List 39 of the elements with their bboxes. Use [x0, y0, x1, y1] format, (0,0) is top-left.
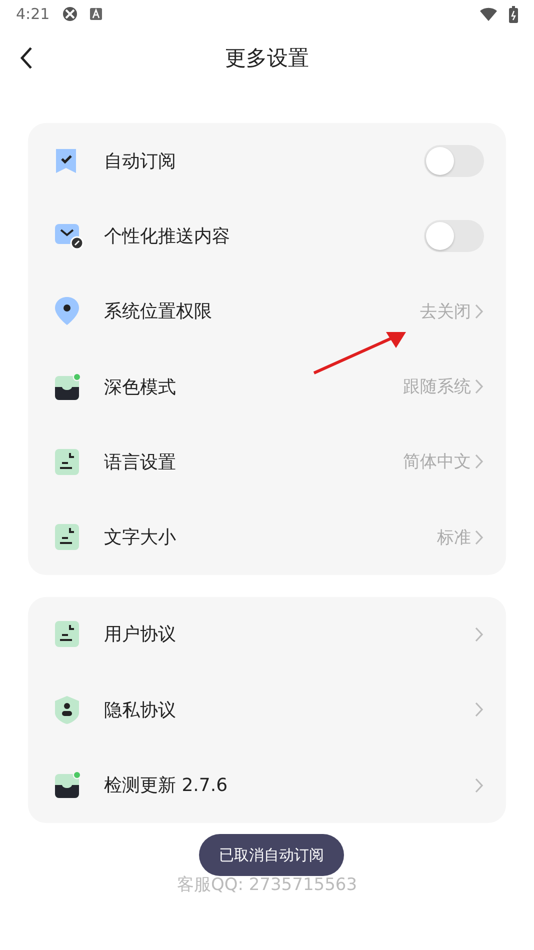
setting-value[interactable]: 去关闭 [420, 300, 471, 323]
setting-label: 检测更新 2.7.6 [104, 774, 229, 798]
support-contact: 客服QQ: 2735715563 [176, 874, 358, 895]
chevron-right-icon [475, 304, 484, 319]
bookmark-icon [54, 146, 78, 175]
setting-value[interactable]: 跟随系统 [403, 375, 471, 398]
setting-label: 语言设置 [104, 450, 177, 474]
chevron-right-icon [475, 702, 484, 718]
document-icon [54, 448, 80, 476]
setting-value[interactable]: 简体中文 [403, 450, 471, 474]
location-pin-icon [54, 296, 80, 326]
setting-label: 文字大小 [104, 526, 177, 550]
toggle-switch[interactable] [424, 144, 484, 177]
keyboard-icon [90, 8, 102, 20]
document-icon [54, 523, 80, 552]
toggle-switch[interactable] [424, 220, 484, 252]
setting-label: 用户协议 [104, 623, 177, 646]
page-title: 更多设置 [225, 45, 309, 72]
setting-label: 自动订阅 [104, 150, 177, 173]
document-icon [54, 620, 80, 648]
toast-message: 已取消自动订阅 [199, 834, 344, 876]
shield-icon [54, 694, 80, 725]
chevron-right-icon [475, 778, 484, 793]
inbox-tray-icon [54, 771, 82, 800]
setting-label: 系统位置权限 [104, 300, 213, 324]
back-icon [19, 46, 33, 70]
wifi-icon [480, 7, 497, 21]
chevron-right-icon [475, 379, 484, 394]
mail-icon [54, 222, 84, 250]
chevron-right-icon [475, 454, 484, 470]
chevron-right-icon [475, 626, 484, 642]
status-time: 4:21 [16, 5, 50, 23]
inbox-tray-icon [54, 372, 82, 401]
chevron-right-icon [475, 530, 484, 545]
setting-value[interactable]: 标准 [437, 526, 471, 549]
battery-icon [509, 6, 518, 22]
setting-label: 个性化推送内容 [104, 224, 231, 248]
setting-label: 隐私协议 [104, 698, 177, 722]
setting-label: 深色模式 [104, 376, 177, 399]
